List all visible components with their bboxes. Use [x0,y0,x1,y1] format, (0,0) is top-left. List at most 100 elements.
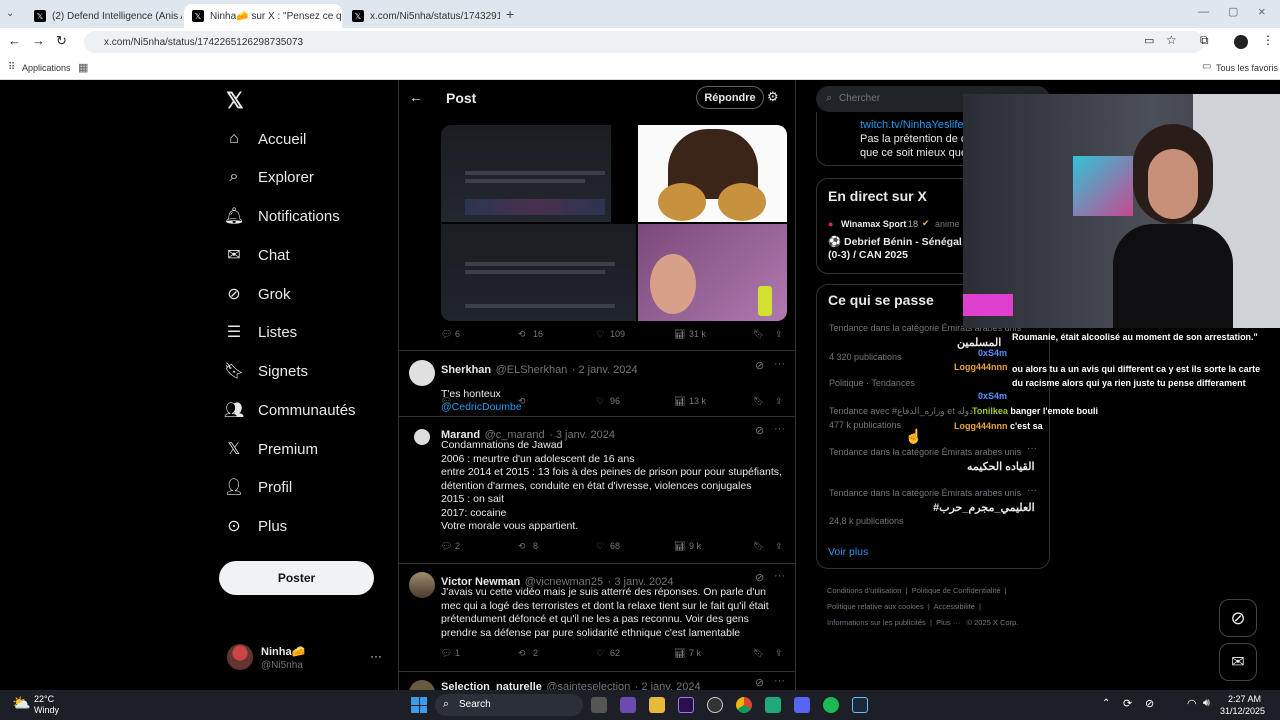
sliders-icon[interactable]: ⚙ [767,89,779,105]
views-icon[interactable]: 📊︎ [674,329,685,340]
more-icon[interactable]: ··· [774,358,785,370]
media-screenshot-1[interactable] [441,125,611,222]
url-field[interactable]: x.com/Ni5nha/status/1742265126298735073 [84,31,1204,53]
bookmark-applications[interactable]: Applications [22,63,71,73]
bookmark-icon[interactable]: 🔖︎ [753,541,764,552]
repost-icon[interactable]: ⟲ [518,329,526,340]
avatar[interactable] [409,680,435,690]
maximize-button[interactable]: ▢ [1228,5,1238,18]
media-photo-girl[interactable] [638,224,787,321]
reply-post[interactable]: Marand @c_marand · 3 janv. 2024 ⊘ ··· Co… [399,417,795,564]
browser-tab-3[interactable]: 𝕏 x.com/Ni5nha/status/17432918… × [344,4,500,28]
nav-profile[interactable]: 👤︎ Profil [224,471,292,503]
window-close-button[interactable]: × [1258,4,1266,19]
reply-icon[interactable]: 💬︎ [441,541,452,552]
post-media-grid[interactable] [441,125,787,321]
x-logo-icon[interactable]: 𝕏 [226,88,244,114]
show-more-link[interactable]: Voir plus [828,546,868,558]
back-icon[interactable]: ← [8,33,21,48]
repost-icon[interactable]: ⟲ [518,541,526,552]
like-icon[interactable]: ♡ [596,329,604,340]
tray-app-icon[interactable]: ⟳ [1123,697,1132,710]
profile-avatar[interactable] [1234,35,1248,49]
tab-list-icon[interactable]: ⌄ [6,8,14,19]
nav-communities[interactable]: 👥︎ Communautés [224,394,356,426]
browser-tab-2[interactable]: 𝕏 Ninha🧀 sur X : "Pensez ce qu… × [184,4,342,28]
nav-premium[interactable]: 𝕏 Premium [224,433,318,465]
premiere-icon[interactable] [678,697,694,713]
taskbar-search[interactable]: ⌕ Search [435,694,583,716]
footer-privacy[interactable]: Politique de Confidentialité [912,586,1001,595]
taskview-icon[interactable] [591,697,607,713]
nav-bookmarks[interactable]: 🔖︎ Signets [224,355,308,387]
grok-icon[interactable]: ⊘ [755,676,764,689]
account-switcher[interactable]: Ninha🧀 @Ni5nha ··· [224,641,384,675]
share-icon[interactable]: ⇪ [775,396,783,407]
reply-post[interactable]: Sherkhan @ELSherkhan · 2 janv. 2024 ⊘ ··… [399,351,795,417]
bookmark-icon[interactable]: 🔖︎ [753,329,764,340]
media-screenshot-2[interactable] [441,224,636,321]
like-icon[interactable]: ♡ [596,541,604,552]
post-date[interactable]: · 2 janv. 2024 [572,364,638,376]
bookmark-star-icon[interactable]: ☆ [1166,33,1177,47]
spotify-icon[interactable] [823,697,839,713]
avatar[interactable] [414,429,430,445]
footer-ads-info[interactable]: Informations sur les publicités [827,618,926,627]
post-button[interactable]: Poster [219,561,374,595]
grok-icon[interactable]: ⊘ [755,359,764,372]
reply-post[interactable]: Selection_naturelle @sainteselection · 2… [399,672,795,690]
footer-more[interactable]: Plus ··· [936,618,960,627]
nav-home[interactable]: ⌂ Accueil [224,123,306,155]
more-icon[interactable]: ··· [774,570,785,582]
tab-groups-icon[interactable]: ▦ [78,61,88,74]
like-icon[interactable]: ♡ [596,396,604,407]
windows-start-icon[interactable] [411,697,427,713]
avatar[interactable] [409,572,435,598]
footer-accessibility[interactable]: Accessibilité [934,602,975,611]
reload-icon[interactable]: ↻ [56,33,67,49]
app-icon[interactable] [620,697,636,713]
tray-mute-icon[interactable]: ⊘ [1145,697,1154,710]
obs-icon[interactable] [707,697,723,713]
views-icon[interactable]: 📊︎ [674,648,685,659]
grok-icon[interactable]: ⊘ [755,571,764,584]
reply-button[interactable]: Répondre [696,86,764,109]
trend-item[interactable]: Tendance dans la catégorie Émirats arabe… [817,441,1051,477]
views-icon[interactable]: 📊︎ [674,396,685,407]
browser-menu-icon[interactable]: ⋮ [1262,33,1274,47]
tray-chevron-icon[interactable]: ⌃ [1102,698,1110,709]
nav-notifications[interactable]: 🔔︎ Notifications [224,200,340,232]
messages-fab[interactable]: ✉ [1219,643,1257,681]
back-arrow-icon[interactable]: ← [409,89,423,105]
clock-time[interactable]: 2:27 AM [1228,694,1261,704]
cast-icon[interactable]: ▭ [1144,34,1154,47]
grok-icon[interactable]: ⊘ [755,424,764,437]
grok-fab[interactable]: ⊘ [1219,599,1257,637]
nav-more[interactable]: ⊙ Plus [224,510,287,542]
trend-more-icon[interactable]: ··· [1027,485,1037,496]
like-icon[interactable]: ♡ [596,648,604,659]
chrome-icon[interactable] [736,697,752,713]
nav-lists[interactable]: ☰ Listes [224,316,297,348]
reply-icon[interactable]: 💬︎ [441,329,452,340]
share-icon[interactable]: ⇪ [775,329,783,340]
author-name[interactable]: Selection_naturelle [441,681,542,690]
repost-icon[interactable]: ⟲ [518,648,526,659]
nav-grok[interactable]: ⊘ Grok [224,278,290,310]
post-date[interactable]: · 2 janv. 2024 [635,681,701,690]
volume-icon[interactable]: 🔊︎ [1203,697,1210,710]
nav-chat[interactable]: ✉ Chat [224,239,289,271]
more-icon[interactable]: ··· [774,423,785,435]
footer-terms[interactable]: Conditions d'utilisation [827,586,901,595]
author-handle[interactable]: @sainteselection [546,681,630,690]
extensions-icon[interactable]: ⧉ [1200,33,1209,48]
reply-icon[interactable]: 💬︎ [441,396,452,407]
wifi-icon[interactable]: ◠ [1187,697,1197,710]
more-icon[interactable]: ··· [774,675,785,687]
bookmark-icon[interactable]: 🔖︎ [753,396,764,407]
discord-icon[interactable] [794,697,810,713]
trend-more-icon[interactable]: ··· [1027,443,1037,454]
bio-link[interactable]: twitch.tv/NinhaYeslife [860,119,964,131]
reply-icon[interactable]: 💬︎ [441,648,452,659]
share-icon[interactable]: ⇪ [775,648,783,659]
